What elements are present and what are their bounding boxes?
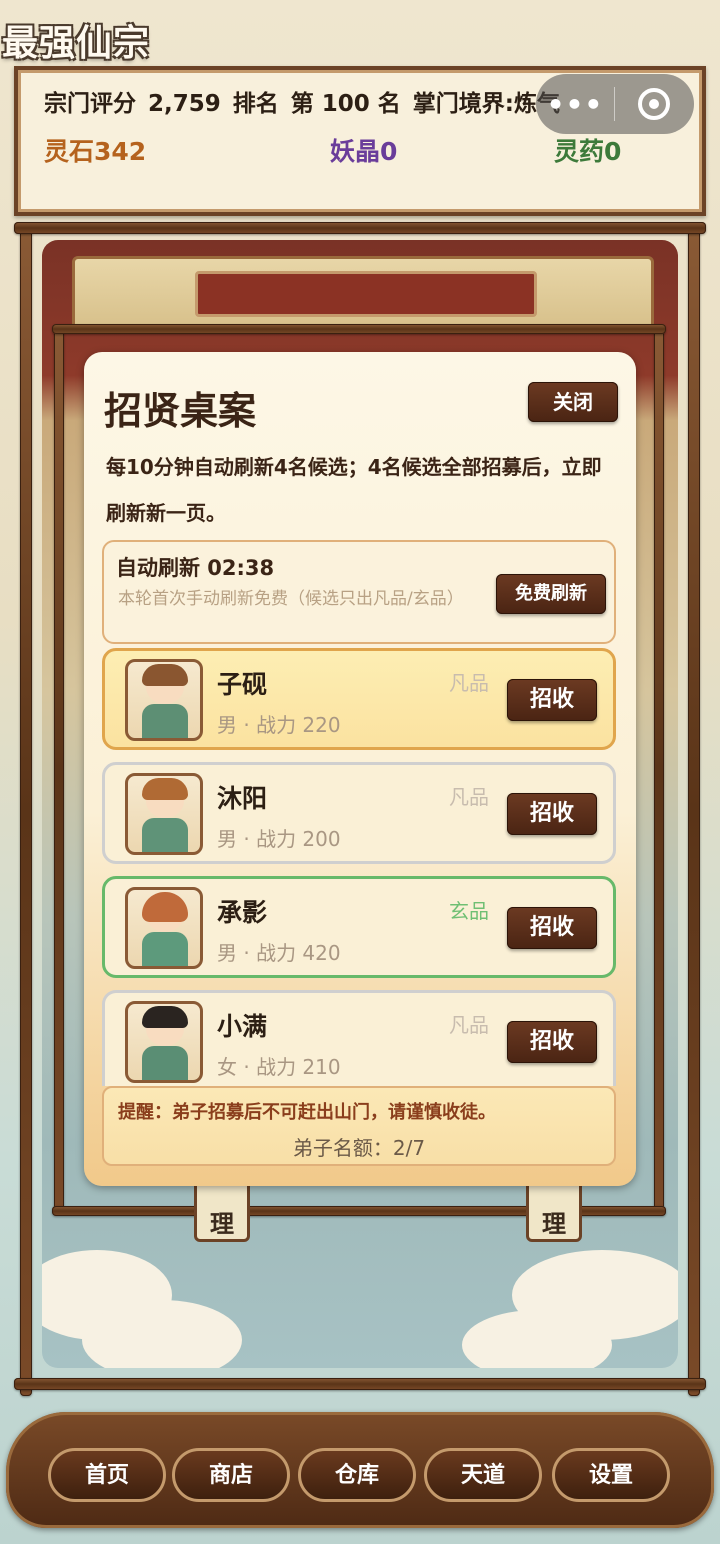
auto-refresh-panel: 自动刷新 02:38 本轮首次手动刷新免费（候选只出凡品/玄品） 免费刷新 bbox=[102, 540, 616, 644]
score-value: 2,759 bbox=[148, 91, 221, 117]
candidate-name: 子砚 bbox=[217, 670, 268, 699]
nav-settings-button[interactable]: 设置 bbox=[552, 1448, 670, 1502]
score-label: 宗门评分 bbox=[44, 91, 136, 117]
more-dots-icon[interactable]: ••• bbox=[536, 88, 614, 121]
rank-value: 第 100 名 bbox=[290, 91, 401, 117]
candidate-card[interactable]: 承影 男 · 战力 420 玄品 招收 bbox=[102, 876, 616, 978]
sect-status-row: 宗门评分 2,759 排名第 100 名掌门境界:炼气 bbox=[44, 84, 572, 118]
hall-roof bbox=[72, 256, 654, 332]
frame-beam-bottom bbox=[14, 1378, 706, 1390]
app-title: 最强仙宗 bbox=[2, 23, 151, 64]
candidate-card[interactable]: 子砚 男 · 战力 220 凡品 招收 bbox=[102, 648, 616, 750]
refresh-note: 本轮首次手动刷新免费（候选只出凡品/玄品） bbox=[118, 589, 464, 609]
reminder-panel: 提醒：弟子招募后不可赶出山门，请谨慎收徒。 弟子名额：2/7 bbox=[102, 1086, 616, 1166]
candidate-grade: 玄品 bbox=[449, 899, 489, 923]
candidate-grade: 凡品 bbox=[449, 1013, 489, 1037]
candidate-name: 小满 bbox=[217, 1012, 268, 1041]
frame-post-right bbox=[688, 226, 700, 1396]
recruit-button[interactable]: 招收 bbox=[507, 907, 597, 949]
nav-home-button[interactable]: 首页 bbox=[48, 1448, 166, 1502]
yaojing-resource: 妖晶0 bbox=[330, 137, 398, 166]
candidate-avatar bbox=[125, 659, 203, 741]
target-circle-icon[interactable] bbox=[615, 88, 693, 120]
candidate-avatar bbox=[125, 773, 203, 855]
hall-plaque bbox=[195, 271, 537, 317]
candidate-name: 承影 bbox=[217, 898, 268, 927]
scene-side-tag-left[interactable]: 理 bbox=[194, 1178, 250, 1242]
candidate-avatar bbox=[125, 887, 203, 969]
disciple-quota: 弟子名额：2/7 bbox=[292, 1136, 426, 1160]
frame-beam-top bbox=[14, 222, 706, 234]
refresh-timer: 自动刷新 02:38 bbox=[116, 556, 275, 580]
recruit-dialog: 招贤桌案 关闭 每10分钟自动刷新4名候选；4名候选全部招募后，立即刷新新一页。… bbox=[84, 352, 636, 1186]
candidate-card[interactable]: 小满 女 · 战力 210 凡品 招收 bbox=[102, 990, 616, 1086]
lingyao-resource: 灵药0 bbox=[554, 137, 622, 166]
candidate-meta: 男 · 战力 200 bbox=[217, 827, 341, 851]
inner-frame-left bbox=[54, 330, 64, 1210]
inner-frame-top bbox=[52, 324, 666, 334]
candidate-meta: 女 · 战力 210 bbox=[217, 1055, 341, 1079]
rank-label: 排名 bbox=[232, 91, 279, 117]
recruit-button[interactable]: 招收 bbox=[507, 1021, 597, 1063]
candidate-avatar bbox=[125, 1001, 203, 1083]
frame-post-left bbox=[20, 226, 32, 1396]
candidate-card[interactable]: 沐阳 男 · 战力 200 凡品 招收 bbox=[102, 762, 616, 864]
nav-shop-button[interactable]: 商店 bbox=[172, 1448, 290, 1502]
dialog-title: 招贤桌案 bbox=[104, 389, 257, 433]
candidate-grade: 凡品 bbox=[449, 671, 489, 695]
recruit-button[interactable]: 招收 bbox=[507, 793, 597, 835]
inner-frame-right bbox=[654, 330, 664, 1210]
candidate-meta: 男 · 战力 220 bbox=[217, 713, 341, 737]
close-button[interactable]: 关闭 bbox=[528, 382, 618, 422]
free-refresh-button[interactable]: 免费刷新 bbox=[496, 574, 606, 614]
nav-warehouse-button[interactable]: 仓库 bbox=[298, 1448, 416, 1502]
miniapp-capsule: ••• bbox=[536, 74, 694, 134]
candidate-name: 沐阳 bbox=[217, 784, 268, 813]
scene-side-tag-right[interactable]: 理 bbox=[526, 1178, 582, 1242]
lingshi-resource: 灵石342 bbox=[44, 137, 147, 166]
reminder-text: 提醒：弟子招募后不可赶出山门，请谨慎收徒。 bbox=[118, 1102, 496, 1123]
nav-tiandao-button[interactable]: 天道 bbox=[424, 1448, 542, 1502]
dialog-description: 每10分钟自动刷新4名候选；4名候选全部招募后，立即刷新新一页。 bbox=[106, 455, 602, 525]
candidate-grade: 凡品 bbox=[449, 785, 489, 809]
candidate-meta: 男 · 战力 420 bbox=[217, 941, 341, 965]
cloud-decoration bbox=[82, 1300, 242, 1368]
recruit-button[interactable]: 招收 bbox=[507, 679, 597, 721]
